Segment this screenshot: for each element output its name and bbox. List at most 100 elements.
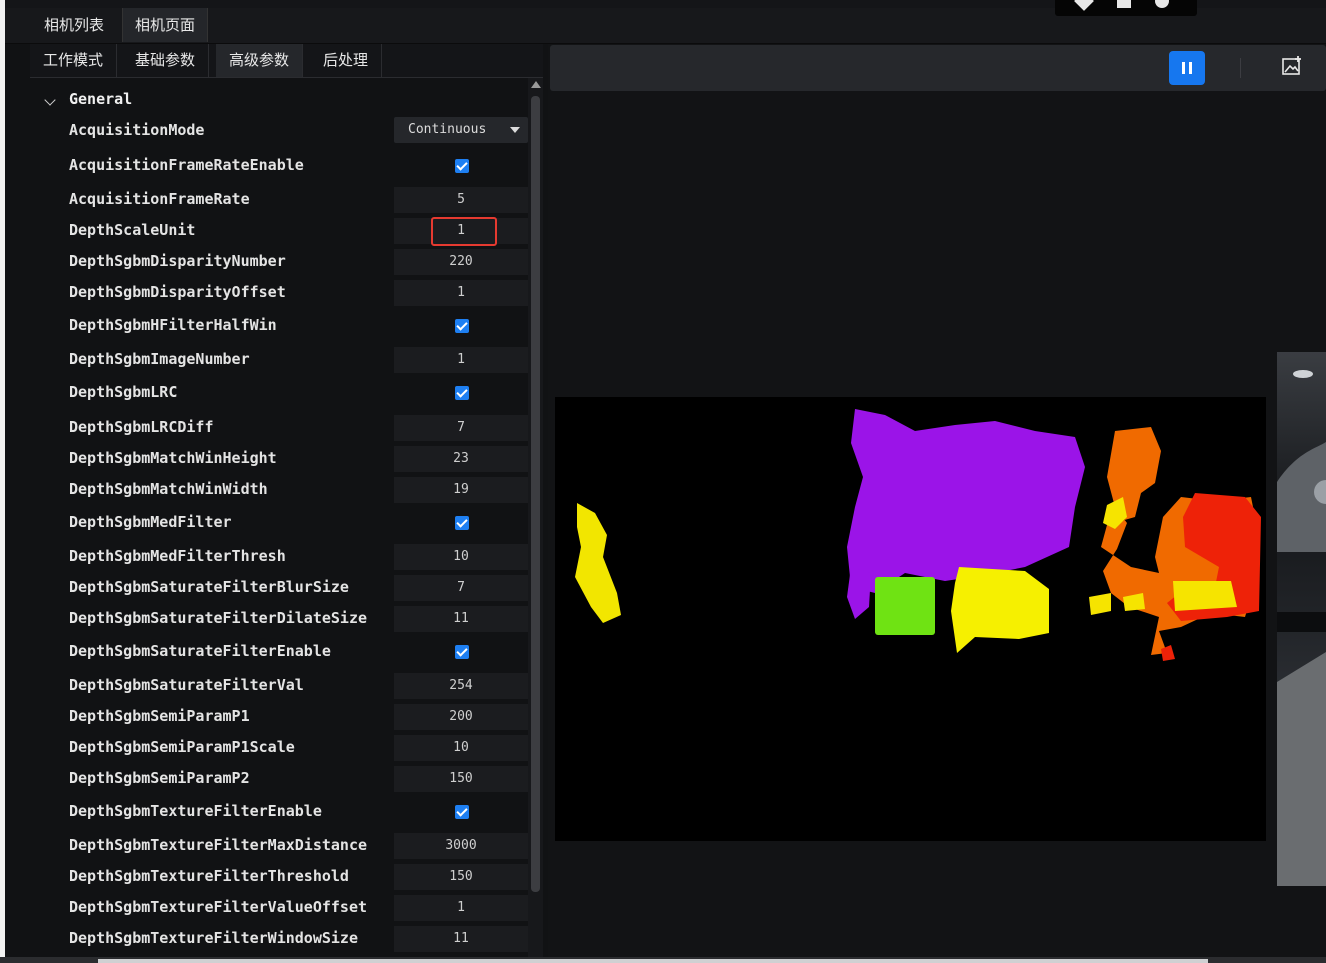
param-checkbox[interactable]: [455, 805, 469, 819]
param-value-input[interactable]: 23: [394, 446, 528, 472]
param-label: DepthSgbmMatchWinWidth: [69, 480, 268, 498]
tab-camera-page[interactable]: 相机页面: [122, 8, 209, 42]
pointer-icon[interactable]: [1074, 0, 1094, 11]
sub-tab-bar: 工作模式 基础参数 高级参数 后处理: [30, 44, 543, 78]
param-row: DepthSgbmMatchWinWidth 19: [30, 475, 528, 503]
param-value-input[interactable]: 10: [394, 735, 528, 761]
param-row: DepthSgbmHFilterHalfWin: [30, 311, 528, 339]
param-row: DepthSgbmTextureFilterMaxDistance 3000: [30, 831, 528, 859]
param-value-input[interactable]: 1: [394, 347, 528, 373]
param-row: AcquisitionFrameRateEnable: [30, 151, 528, 179]
depth-image: [555, 397, 1266, 841]
param-checkbox[interactable]: [455, 516, 469, 530]
param-label: DepthSgbmSemiParamP1Scale: [69, 738, 295, 756]
param-value-input[interactable]: 220: [394, 249, 528, 275]
param-value-input[interactable]: 3000: [394, 833, 528, 859]
param-label: DepthSgbmSaturateFilterBlurSize: [69, 578, 349, 596]
param-label: DepthSgbmLRC: [69, 383, 178, 401]
param-row: DepthSgbmLRC: [30, 378, 528, 406]
param-label: AcquisitionMode: [69, 121, 205, 139]
param-value-input[interactable]: 11: [394, 926, 528, 952]
param-checkbox[interactable]: [455, 319, 469, 333]
param-label: DepthSgbmMatchWinHeight: [69, 449, 277, 467]
param-value-input[interactable]: 11: [394, 606, 528, 632]
param-checkbox[interactable]: [455, 386, 469, 400]
param-value-input[interactable]: 5: [394, 187, 528, 213]
param-value-input[interactable]: 10: [394, 544, 528, 570]
param-label: DepthSgbmSaturateFilterVal: [69, 676, 304, 694]
pause-button[interactable]: [1169, 51, 1205, 85]
top-overlay: [1055, 0, 1197, 16]
param-row: AcquisitionFrameRate 5: [30, 185, 528, 213]
param-row: DepthSgbmSaturateFilterVal 254: [30, 671, 528, 699]
param-row: DepthSgbmSaturateFilterBlurSize 7: [30, 573, 528, 601]
param-label: DepthSgbmTextureFilterWindowSize: [69, 929, 358, 947]
param-row: DepthSgbmSaturateFilterEnable: [30, 637, 528, 665]
camera-photo: [1277, 352, 1326, 886]
param-value-input[interactable]: 1: [394, 895, 528, 921]
scroll-up-icon[interactable]: [531, 81, 541, 88]
param-label: DepthSgbmDisparityNumber: [69, 252, 286, 270]
highlight-box: [431, 217, 497, 246]
save-image-icon[interactable]: [1282, 56, 1302, 76]
window-edge: [0, 0, 5, 963]
param-row: DepthSgbmDisparityOffset 1: [30, 278, 528, 306]
param-row: DepthSgbmMedFilterThresh 10: [30, 542, 528, 570]
param-label: DepthSgbmLRCDiff: [69, 418, 214, 436]
param-label: DepthSgbmSaturateFilterEnable: [69, 642, 331, 660]
param-row: DepthSgbmTextureFilterValueOffset 1: [30, 893, 528, 921]
horizontal-scrollbar[interactable]: [0, 957, 1326, 963]
param-label: AcquisitionFrameRateEnable: [69, 156, 304, 174]
property-panel: General AcquisitionMode Continuous Acquisi…: [30, 78, 528, 958]
param-select[interactable]: Continuous: [394, 117, 528, 143]
param-checkbox[interactable]: [455, 645, 469, 659]
param-row: DepthSgbmTextureFilterThreshold 150: [30, 862, 528, 890]
param-row: DepthSgbmSemiParamP1 200: [30, 702, 528, 730]
param-row: DepthSgbmDisparityNumber 220: [30, 247, 528, 275]
scrollbar-thumb[interactable]: [531, 96, 540, 892]
tab-work-mode[interactable]: 工作模式: [30, 44, 118, 77]
scrollbar[interactable]: [528, 78, 543, 958]
param-value-input[interactable]: 7: [394, 415, 528, 441]
param-select-value: Continuous: [408, 122, 487, 137]
tab-post-processing[interactable]: 后处理: [310, 44, 383, 77]
param-value-input[interactable]: 254: [394, 673, 528, 699]
group-title[interactable]: General: [69, 90, 132, 108]
param-label: DepthSgbmMedFilterThresh: [69, 547, 286, 565]
tab-advanced-params[interactable]: 高级参数: [216, 44, 304, 77]
param-label: DepthSgbmHFilterHalfWin: [69, 316, 277, 334]
param-label: DepthSgbmSemiParamP1: [69, 707, 250, 725]
tab-basic-params[interactable]: 基础参数: [122, 44, 210, 77]
param-row: DepthSgbmMedFilter: [30, 508, 528, 536]
param-value-input[interactable]: 150: [394, 766, 528, 792]
param-checkbox[interactable]: [455, 159, 469, 173]
param-label: DepthSgbmSemiParamP2: [69, 769, 250, 787]
param-label: DepthSgbmTextureFilterEnable: [69, 802, 322, 820]
minus-icon[interactable]: [1117, 0, 1131, 8]
param-row: AcquisitionMode Continuous: [30, 116, 528, 144]
chevron-down-icon: [510, 127, 520, 133]
param-row: DepthSgbmSaturateFilterDilateSize 11: [30, 604, 528, 632]
param-row: DepthSgbmLRCDiff 7: [30, 413, 528, 441]
param-row: DepthSgbmImageNumber 1: [30, 345, 528, 373]
tab-camera-list[interactable]: 相机列表: [32, 8, 116, 42]
viewer-toolbar: [550, 45, 1326, 91]
toolbar-divider: [1240, 58, 1241, 78]
param-row: DepthSgbmTextureFilterWindowSize 11: [30, 924, 528, 952]
param-label: DepthSgbmMedFilter: [69, 513, 232, 531]
param-value-input[interactable]: 1: [394, 280, 528, 306]
param-value-input[interactable]: 200: [394, 704, 528, 730]
param-label: AcquisitionFrameRate: [69, 190, 250, 208]
param-row: DepthSgbmSemiParamP2 150: [30, 764, 528, 792]
param-label: DepthScaleUnit: [69, 221, 196, 239]
param-value-input[interactable]: 150: [394, 864, 528, 890]
param-label: DepthSgbmDisparityOffset: [69, 283, 286, 301]
param-row: DepthSgbmMatchWinHeight 23: [30, 444, 528, 472]
param-label: DepthSgbmTextureFilterThreshold: [69, 867, 349, 885]
circle-icon[interactable]: [1155, 0, 1169, 8]
chevron-down-icon[interactable]: [44, 94, 56, 106]
param-row: DepthSgbmTextureFilterEnable: [30, 797, 528, 825]
param-value-input[interactable]: 19: [394, 477, 528, 503]
param-value-input[interactable]: 7: [394, 575, 528, 601]
param-label: DepthSgbmTextureFilterValueOffset: [69, 898, 368, 916]
